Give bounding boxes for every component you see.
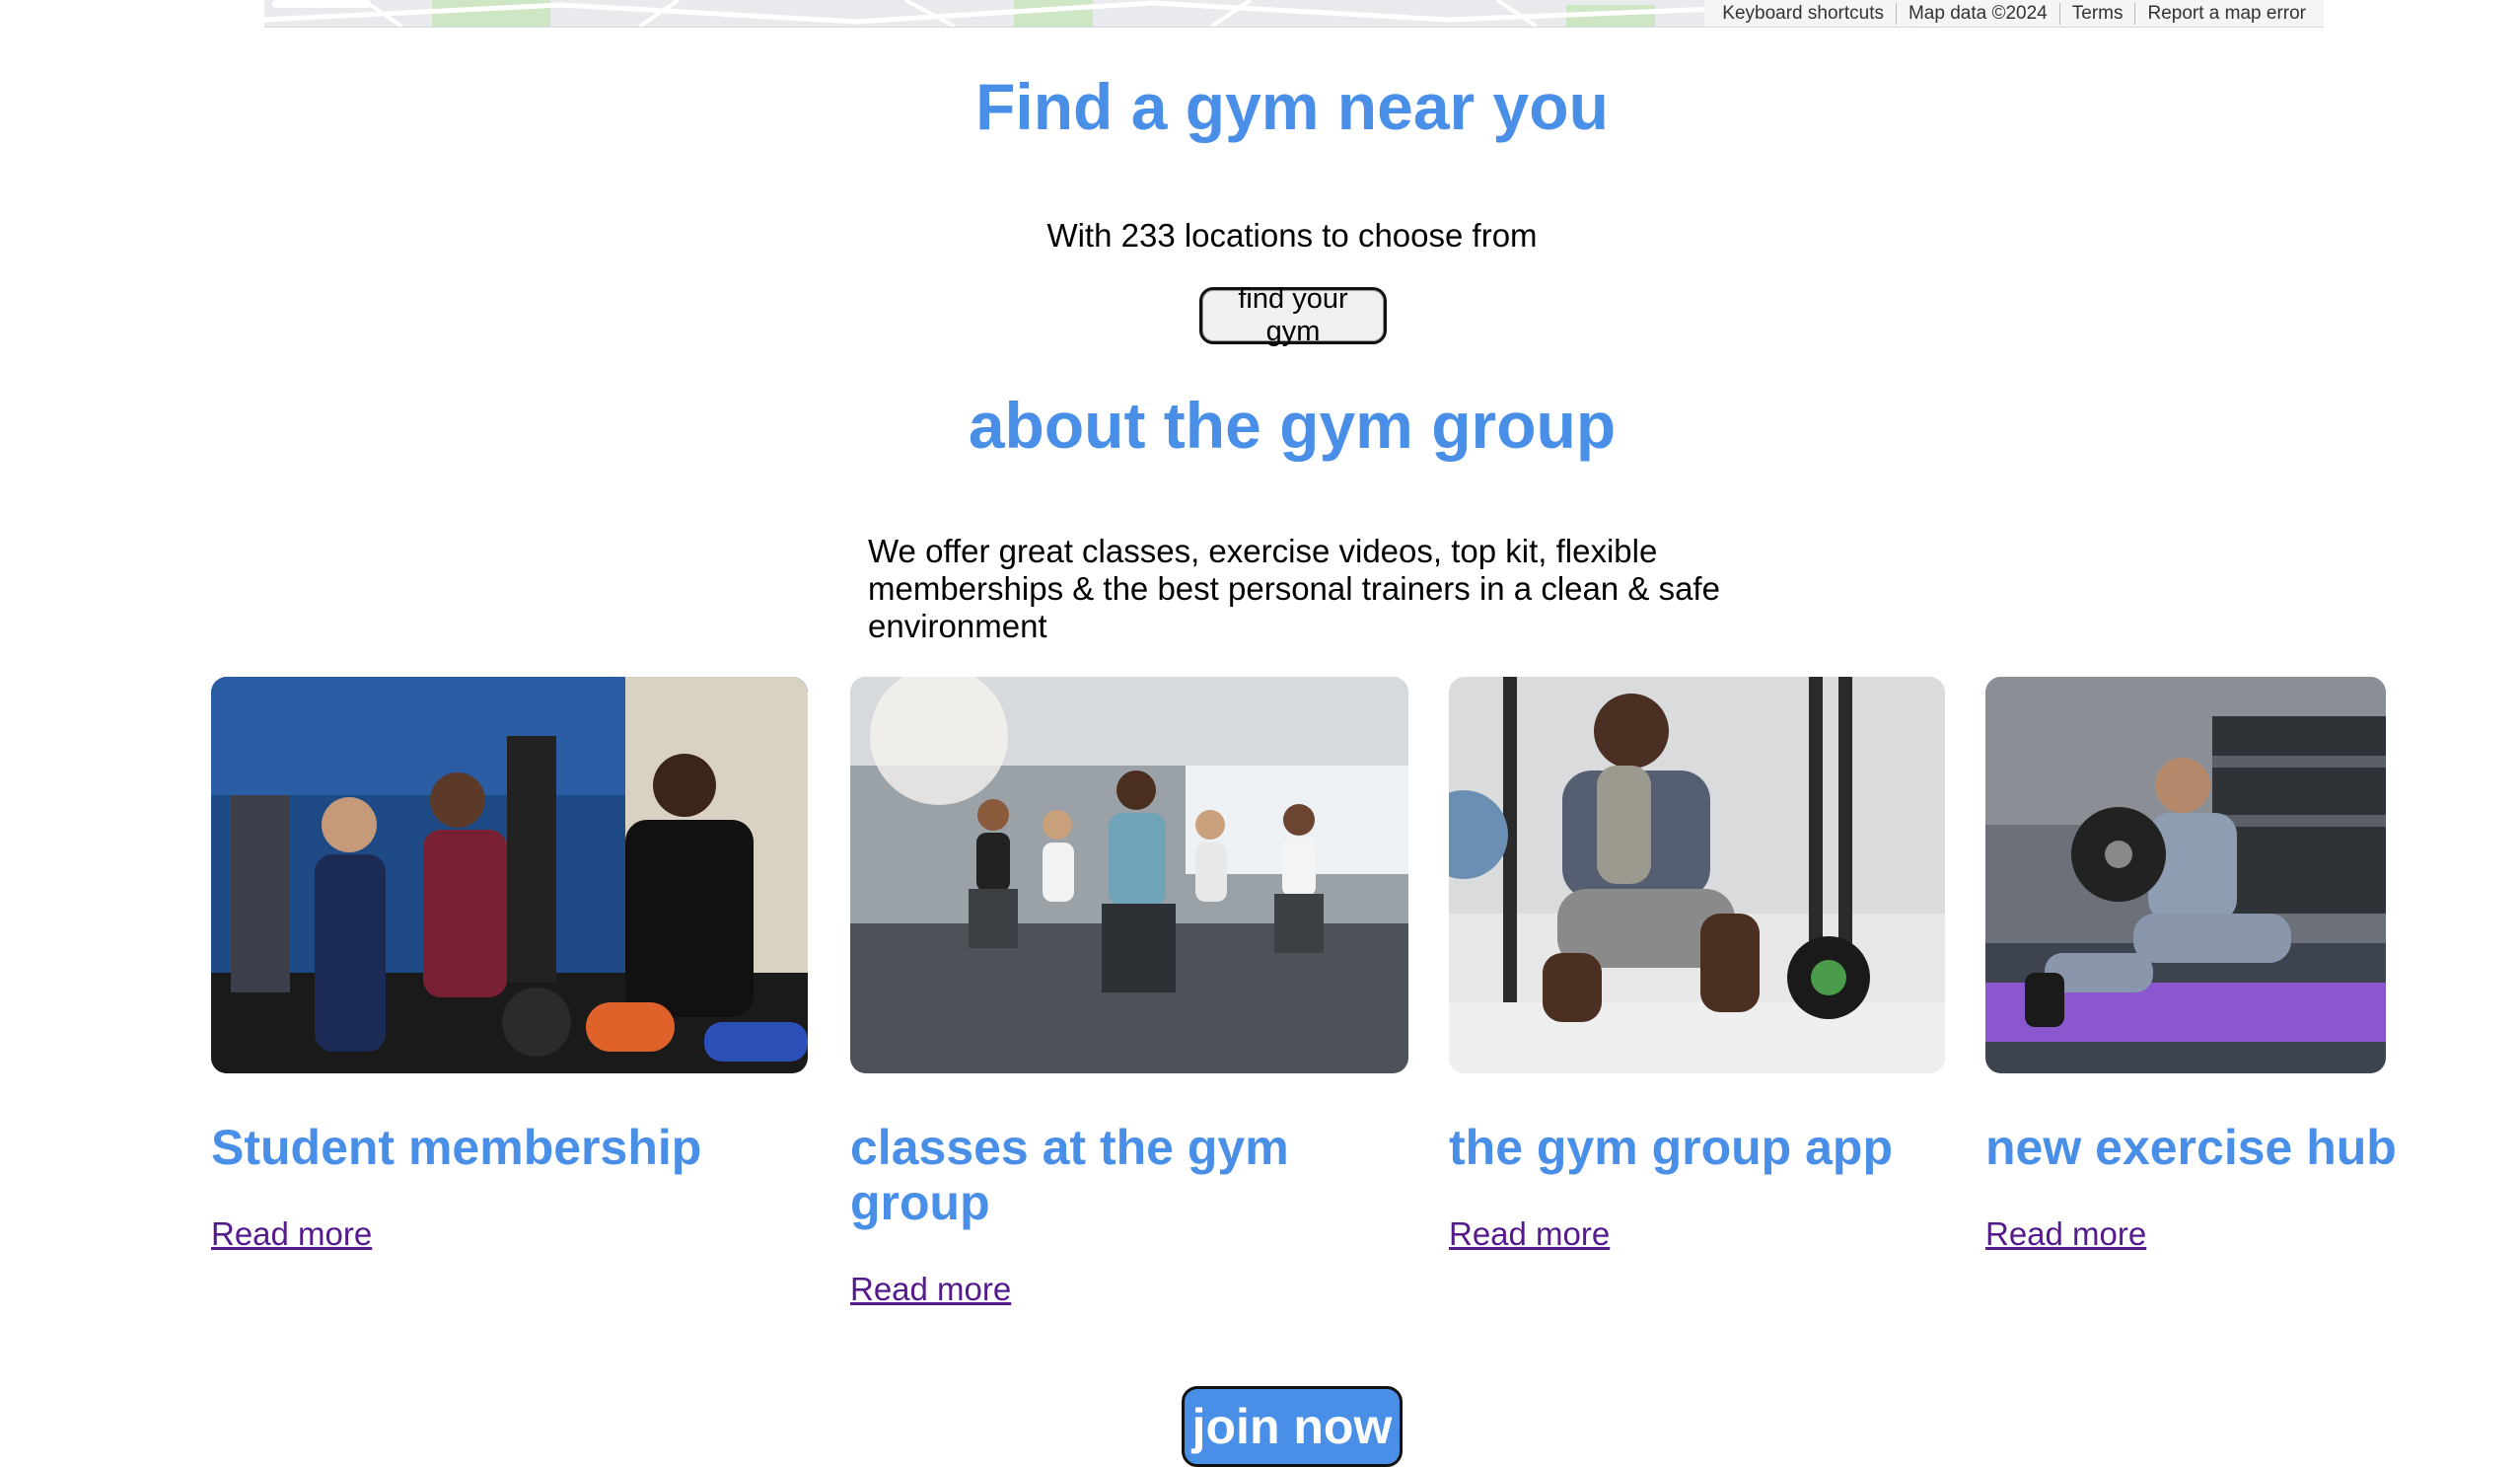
- about-text: We offer great classes, exercise videos,…: [868, 533, 1720, 644]
- card-image-student-membership: [211, 677, 808, 1073]
- map-data-label: Map data ©2024: [1895, 2, 2059, 25]
- report-map-error-link[interactable]: Report a map error: [2134, 2, 2318, 25]
- hero-subtitle: With 233 locations to choose from: [1046, 217, 1538, 254]
- group-class-lunges-photo: [850, 677, 1408, 1073]
- find-your-gym-button[interactable]: find your gym: [1199, 283, 1387, 347]
- read-more-link-exercise-hub[interactable]: Read more: [1985, 1215, 2146, 1253]
- map-attribution: Keyboard shortcuts Map data ©2024 Terms …: [1704, 0, 2324, 27]
- about-title: about the gym group: [968, 389, 1617, 462]
- read-more-link-app[interactable]: Read more: [1449, 1215, 1610, 1253]
- man-weight-plate-photo: [1985, 677, 2386, 1073]
- keyboard-shortcuts-link[interactable]: Keyboard shortcuts: [1710, 3, 1896, 25]
- map-view[interactable]: Keyboard shortcuts Map data ©2024 Terms …: [264, 0, 2324, 28]
- man-using-phone-photo: [1449, 677, 1945, 1073]
- terms-link[interactable]: Terms: [2058, 2, 2135, 25]
- card-image-app: [1449, 677, 1945, 1073]
- read-more-link-classes[interactable]: Read more: [850, 1271, 1011, 1308]
- card-title-classes: classes at the gym group: [850, 1120, 1289, 1230]
- hero-title: Find a gym near you: [975, 70, 1609, 143]
- join-now-button[interactable]: join now: [1182, 1386, 1403, 1467]
- card-title-student-membership: Student membership: [211, 1120, 702, 1175]
- card-title-app: the gym group app: [1449, 1120, 1893, 1175]
- card-title-exercise-hub: new exercise hub: [1985, 1120, 2397, 1175]
- students-training-photo: [211, 677, 808, 1073]
- card-image-classes: [850, 677, 1408, 1073]
- read-more-link-student-membership[interactable]: Read more: [211, 1215, 372, 1253]
- card-image-exercise-hub: [1985, 677, 2386, 1073]
